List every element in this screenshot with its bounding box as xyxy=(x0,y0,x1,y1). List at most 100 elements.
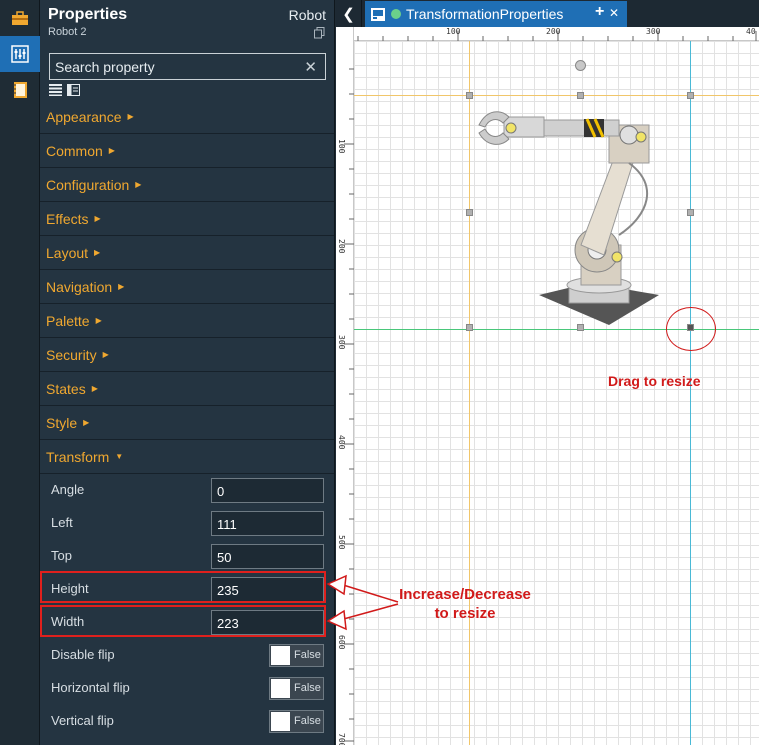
horizontal-ruler: 100 200 300 40 xyxy=(336,27,759,41)
ruler-label: 300 xyxy=(337,335,346,350)
ruler-label: 700 xyxy=(337,733,346,745)
ruler-label: 200 xyxy=(546,27,561,36)
expand-arrow-icon: ▶ xyxy=(83,418,90,427)
width-highlight-box xyxy=(40,605,326,637)
toolbox-button[interactable] xyxy=(0,0,40,36)
property-horizontal-flip: Horizontal flip False xyxy=(40,672,334,705)
property-label: Vertical flip xyxy=(51,713,114,728)
ruler-label: 200 xyxy=(337,239,346,254)
note-line-2: to resize xyxy=(434,605,496,622)
add-tab-button[interactable]: + xyxy=(595,3,604,21)
panel-title: Properties xyxy=(48,6,128,23)
tab-transformation-properties[interactable]: TransformationProperties ✕ xyxy=(365,1,627,27)
category-label: Appearance xyxy=(46,108,122,125)
category-layout[interactable]: Layout ▶ xyxy=(40,236,334,270)
element-type-label: Robot xyxy=(288,7,326,23)
notebook-button[interactable] xyxy=(0,72,40,108)
category-label: Navigation xyxy=(46,278,113,295)
resize-handle-bottom-left[interactable] xyxy=(466,324,473,331)
toggle-knob xyxy=(271,646,290,665)
ruler-label: 400 xyxy=(337,435,346,450)
back-button[interactable]: ❮ xyxy=(336,0,362,27)
design-canvas[interactable]: 100 200 300 40 100 200 300 400 500 600 7… xyxy=(336,27,759,745)
robot-arm-graphic[interactable] xyxy=(469,95,692,330)
category-label: Configuration xyxy=(46,176,130,193)
category-label: Layout xyxy=(46,244,89,261)
property-label: Top xyxy=(51,548,72,563)
category-label: Style xyxy=(46,414,78,431)
category-appearance[interactable]: Appearance ▶ xyxy=(40,100,334,134)
app-window: Properties Robot 2 Robot ✕ Appearance ▶ C… xyxy=(0,0,759,745)
tab-label: TransformationProperties xyxy=(406,6,564,22)
resize-handle-middle-left[interactable] xyxy=(466,209,473,216)
vertical-flip-toggle[interactable]: False xyxy=(269,710,324,733)
expand-arrow-icon: ▶ xyxy=(94,248,101,257)
increase-decrease-note: Increase/Decrease to resize xyxy=(390,585,540,623)
horizontal-flip-toggle[interactable]: False xyxy=(269,677,324,700)
category-security[interactable]: Security ▶ xyxy=(40,338,334,372)
ruler-label: 100 xyxy=(446,27,461,36)
resize-handle-top-left[interactable] xyxy=(466,92,473,99)
left-input[interactable]: 111 xyxy=(211,511,324,536)
properties-icon xyxy=(11,45,29,63)
resize-handle-bottom-center[interactable] xyxy=(577,324,584,331)
ruler-label: 600 xyxy=(337,635,346,650)
category-label: Security xyxy=(46,346,97,363)
vertical-ruler: 100 200 300 400 500 600 700 xyxy=(336,27,354,745)
clear-search-icon[interactable]: ✕ xyxy=(304,58,317,76)
category-common[interactable]: Common ▶ xyxy=(40,134,334,168)
category-configuration[interactable]: Configuration ▶ xyxy=(40,168,334,202)
ruler-label: 500 xyxy=(337,535,346,550)
resize-handle-top-right[interactable] xyxy=(687,92,694,99)
ruler-label: 100 xyxy=(337,139,346,154)
property-top: Top 50 xyxy=(40,540,334,573)
selected-element-name: Robot 2 xyxy=(48,26,87,38)
drag-to-resize-note: Drag to resize xyxy=(608,373,701,389)
search-input[interactable] xyxy=(50,54,300,79)
property-disable-flip: Disable flip False xyxy=(40,639,334,672)
top-input[interactable]: 50 xyxy=(211,544,324,569)
rotate-handle[interactable] xyxy=(575,60,586,71)
expand-arrow-icon: ▶ xyxy=(95,316,102,325)
expand-arrow-icon: ▶ xyxy=(102,350,109,359)
category-states[interactable]: States ▶ xyxy=(40,372,334,406)
properties-button[interactable] xyxy=(0,36,40,72)
property-vertical-flip: Vertical flip False xyxy=(40,705,334,738)
angle-input[interactable]: 0 xyxy=(211,478,324,503)
close-tab-icon[interactable]: ✕ xyxy=(609,6,619,20)
left-icon-bar xyxy=(0,0,40,745)
category-navigation[interactable]: Navigation ▶ xyxy=(40,270,334,304)
display-icon xyxy=(371,7,385,21)
copy-icon[interactable] xyxy=(314,27,325,39)
toggle-label: False xyxy=(294,682,321,694)
property-categories: Appearance ▶ Common ▶ Configuration ▶ Effec… xyxy=(40,100,334,738)
toggle-knob xyxy=(271,712,290,731)
category-transform[interactable]: Transform ▼ xyxy=(40,440,334,474)
disable-flip-toggle[interactable]: False xyxy=(269,644,324,667)
category-label: Transform xyxy=(46,448,110,465)
status-dot-icon xyxy=(391,9,401,19)
toggle-knob xyxy=(271,679,290,698)
category-style[interactable]: Style ▶ xyxy=(40,406,334,440)
property-left: Left 111 xyxy=(40,507,334,540)
resize-handle-middle-right[interactable] xyxy=(687,209,694,216)
expand-arrow-icon: ▶ xyxy=(118,282,125,291)
category-palette[interactable]: Palette ▶ xyxy=(40,304,334,338)
document-tab-bar: ❮ TransformationProperties ✕ + xyxy=(336,0,759,27)
view-toggle-group xyxy=(49,84,80,96)
resize-handle-top-center[interactable] xyxy=(577,92,584,99)
category-effects[interactable]: Effects ▶ xyxy=(40,202,334,236)
expand-arrow-icon: ▶ xyxy=(127,112,134,121)
property-label: Left xyxy=(51,515,73,530)
expand-arrow-icon: ▶ xyxy=(108,146,115,155)
properties-panel: Properties Robot 2 Robot ✕ Appearance ▶ C… xyxy=(40,0,335,745)
category-label: Palette xyxy=(46,312,90,329)
property-label: Horizontal flip xyxy=(51,680,130,695)
property-angle: Angle 0 xyxy=(40,474,334,507)
list-view-icon[interactable] xyxy=(49,84,62,96)
toggle-label: False xyxy=(294,715,321,727)
category-label: States xyxy=(46,380,86,397)
categorized-view-icon[interactable] xyxy=(67,84,80,96)
expand-arrow-icon: ▶ xyxy=(94,214,101,223)
category-label: Common xyxy=(46,142,103,159)
